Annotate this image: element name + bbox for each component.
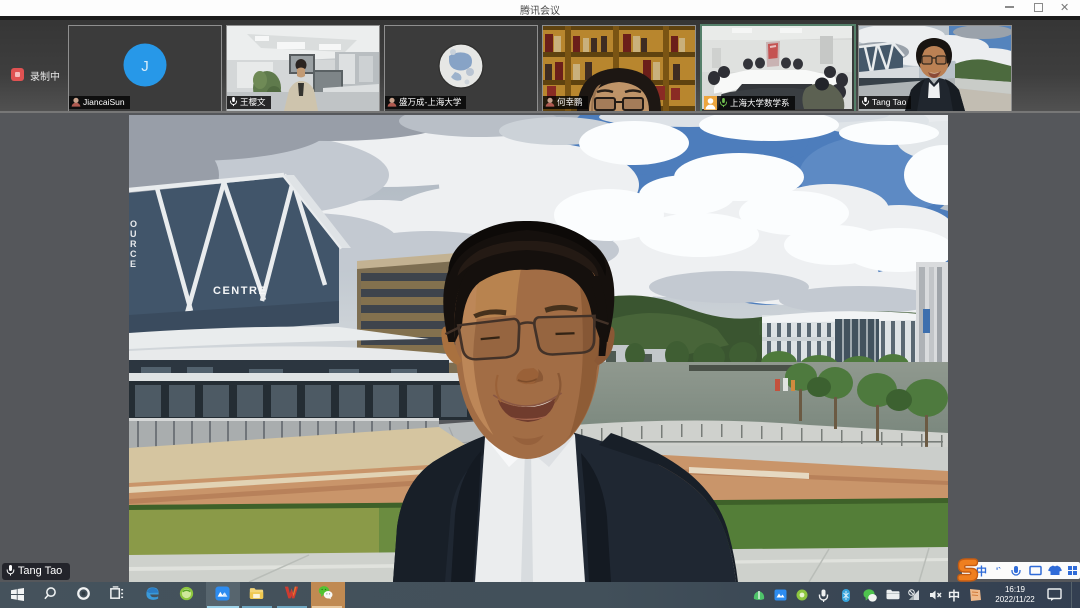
svg-text:J: J [141, 58, 149, 75]
svg-text:'`: '` [996, 566, 1001, 576]
svg-text:O: O [130, 219, 137, 229]
svg-text:U: U [130, 229, 137, 239]
svg-text:E: E [130, 259, 136, 269]
svg-text:CENTRE: CENTRE [213, 285, 267, 297]
svg-text:C: C [130, 249, 137, 259]
svg-text:R: R [130, 239, 137, 249]
